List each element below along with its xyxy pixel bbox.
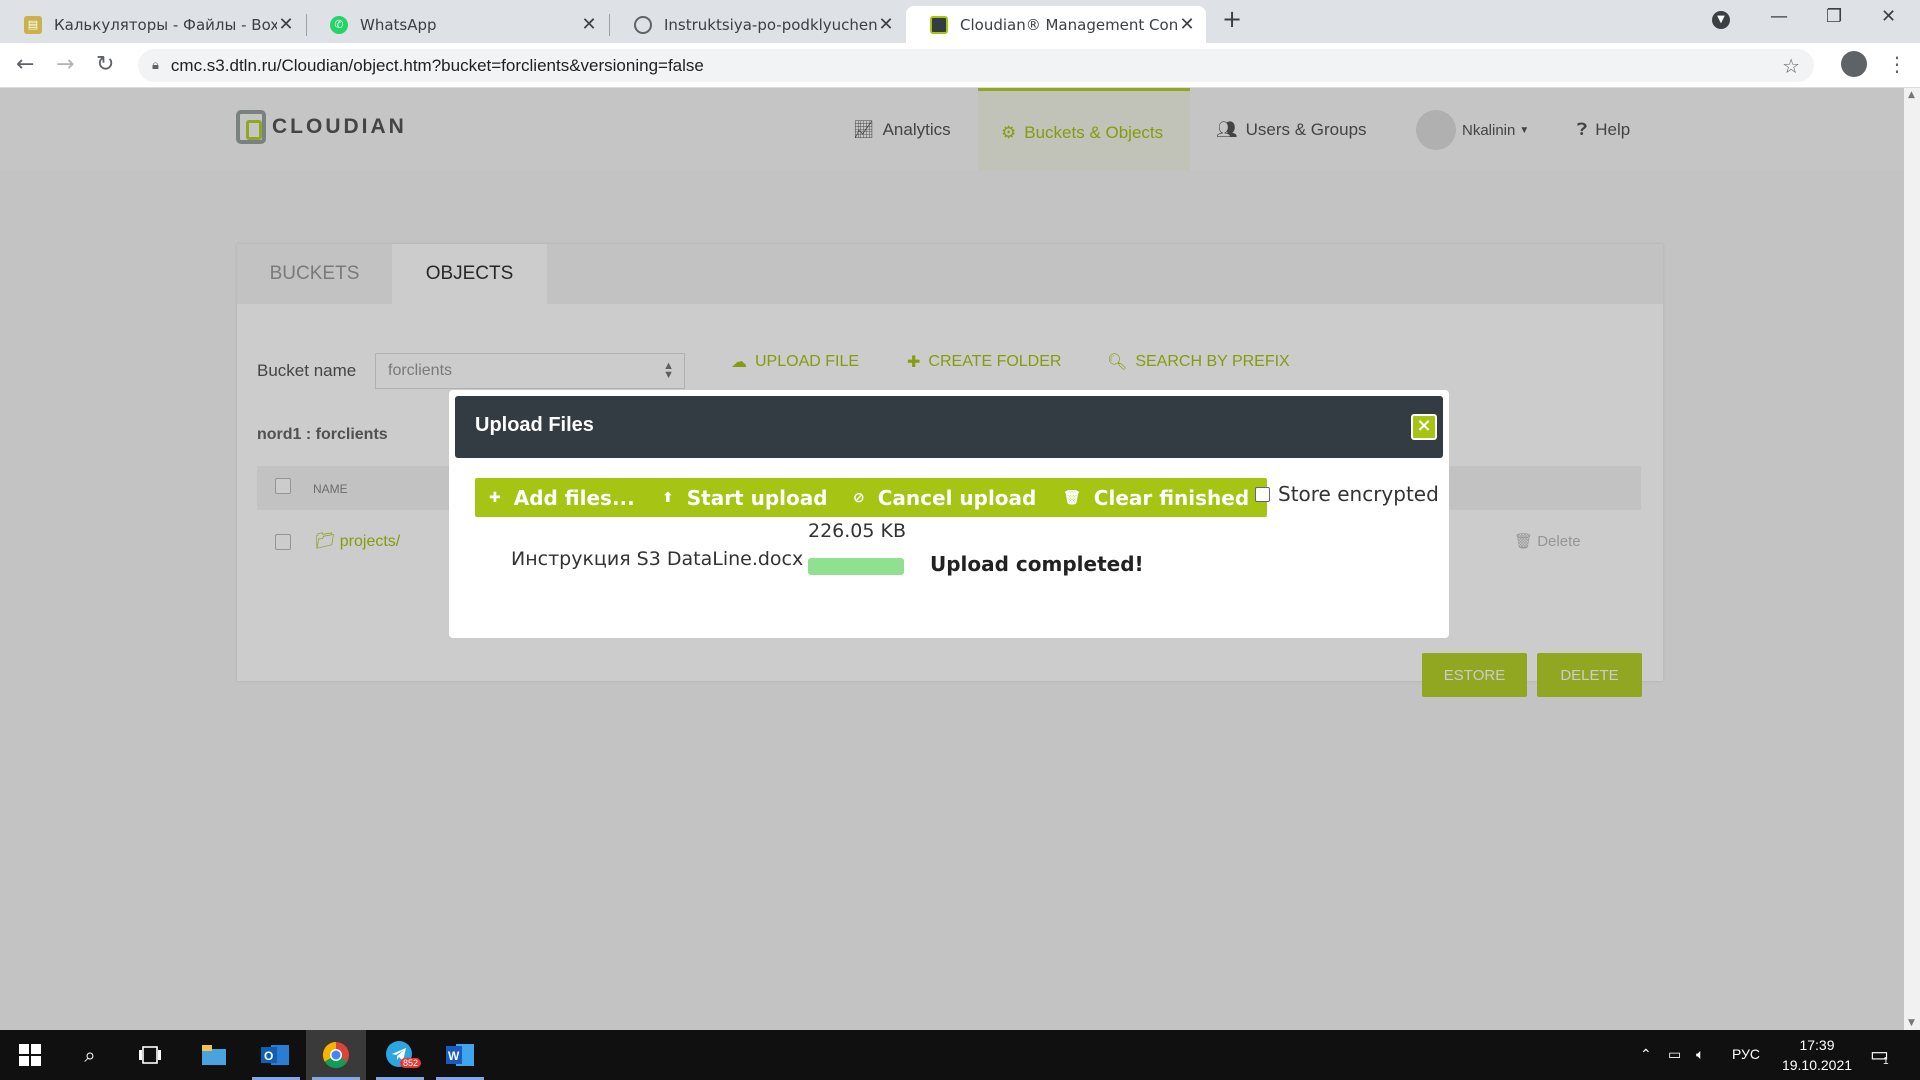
upload-circle-icon: ⬆ [662,489,674,506]
dialog-title: Upload Files [475,414,594,436]
svg-text:W: W [448,1049,460,1063]
start-upload-button[interactable]: ⬆ Start upload [648,478,846,517]
tab-title: Instruktsiya-po-podklyucheniyu-l [664,15,877,34]
browser-tab-box[interactable]: ▤ Калькуляторы - Файлы - Box ✕ [0,6,305,43]
dialog-header: Upload Files × [455,396,1443,458]
back-arrow-icon[interactable]: ← [16,52,34,77]
volume-icon[interactable]: 🔈︎ [1696,1046,1704,1063]
button-label: Clear finished [1093,485,1250,510]
clear-finished-button[interactable]: 🗑︎ Clear finished [1049,478,1268,517]
browser-tab-strip: ▤ Калькуляторы - Файлы - Box ✕ ✆ WhatsAp… [0,0,1920,43]
profile-avatar-icon[interactable] [1841,51,1867,77]
close-window-icon[interactable]: ✕ [1881,6,1896,27]
search-icon[interactable]: ⌕ [60,1030,120,1080]
battery-icon[interactable]: ▭ [1668,1046,1681,1063]
scroll-down-icon[interactable]: ▼ [1908,1018,1915,1028]
button-label: Cancel upload [877,485,1037,510]
new-tab-button[interactable]: + [1222,5,1242,33]
browser-toolbar: ← → ↻ 🔒︎ cmc.s3.dtln.ru/Cloudian/object.… [0,43,1920,88]
tab-title: WhatsApp [360,15,437,34]
tab-search-icon[interactable]: ▼ [1712,11,1730,29]
restore-window-icon[interactable]: ❐ [1826,6,1842,27]
page-scrollbar[interactable]: ▲ ▼ [1904,88,1920,1030]
button-label: Add files... [513,485,635,510]
tab-close-icon[interactable]: ✕ [580,14,598,35]
windows-taskbar: ⌕ O 852 W ⌃ ▭ 🔈︎ РУС 17:39 19.10.2021 ▭ … [0,1030,1920,1080]
upload-progress-bar [808,558,904,575]
unread-count-badge: 852 [400,1058,422,1068]
tab-close-icon[interactable]: ✕ [1178,14,1196,35]
upload-files-dialog: Upload Files × ✚ Add files... ⬆ Start up… [449,390,1449,638]
trash-icon: 🗑︎ [1063,489,1081,506]
store-encrypted-option[interactable]: Store encrypted [1255,482,1439,506]
minimize-icon[interactable]: — [1770,6,1788,27]
clock-date: 19.10.2021 [1781,1057,1853,1073]
tab-title: Cloudian® Management Console [960,15,1178,34]
cloudian-favicon-icon [930,15,948,34]
browser-tab-cloudian[interactable]: Cloudian® Management Console ✕ [906,6,1206,43]
windows-start-icon[interactable] [0,1030,60,1080]
button-label: Start upload [686,485,828,510]
clock-time: 17:39 [1799,1037,1835,1053]
tab-title: Калькуляторы - Файлы - Box [54,15,277,34]
input-language-indicator[interactable]: РУС [1732,1046,1760,1062]
word-icon[interactable]: W [430,1030,490,1080]
close-dialog-button[interactable]: × [1411,414,1437,440]
outlook-icon[interactable]: O [246,1030,306,1080]
store-encrypted-label: Store encrypted [1278,482,1439,506]
scroll-up-icon[interactable]: ▲ [1908,90,1915,100]
url-text: cmc.s3.dtln.ru/Cloudian/object.htm?bucke… [170,55,704,75]
tab-close-icon[interactable]: ✕ [877,14,895,35]
box-favicon-icon: ▤ [24,15,42,34]
system-clock[interactable]: 17:39 19.10.2021 [1772,1035,1862,1075]
whatsapp-favicon-icon: ✆ [330,15,348,34]
menu-kebab-icon[interactable]: ⋮ [1887,52,1907,76]
cancel-upload-button[interactable]: ⊘ Cancel upload [839,478,1055,517]
globe-favicon-icon [634,15,652,34]
file-explorer-icon[interactable] [184,1030,244,1080]
tab-close-icon[interactable]: ✕ [277,14,295,35]
browser-tab-whatsapp[interactable]: ✆ WhatsApp ✕ [306,6,608,43]
show-hidden-icons-icon[interactable]: ⌃ [1640,1046,1652,1063]
reload-icon[interactable]: ↻ [96,52,114,77]
ban-icon: ⊘ [853,489,865,506]
lock-icon: 🔒︎ [152,58,159,73]
notification-count: 1 [1883,1056,1889,1067]
upload-file-size: 226.05 KB [808,520,907,542]
task-view-icon[interactable] [120,1030,180,1080]
bookmark-star-icon[interactable]: ☆ [1782,54,1800,78]
upload-status: Upload completed! [930,552,1144,576]
address-bar[interactable]: 🔒︎ cmc.s3.dtln.ru/Cloudian/object.htm?bu… [138,49,1814,82]
telegram-icon[interactable]: 852 [370,1030,430,1080]
svg-text:O: O [264,1049,273,1063]
upload-file-name: Инструкция S3 DataLine.docx [511,548,804,570]
upload-progress-fill [808,558,904,575]
chrome-icon[interactable] [306,1030,366,1080]
plus-icon: ✚ [489,489,501,506]
browser-tab-instruktsiya[interactable]: Instruktsiya-po-podklyucheniyu-l ✕ [610,6,905,43]
add-files-button[interactable]: ✚ Add files... [475,478,653,517]
store-encrypted-checkbox[interactable] [1255,486,1270,502]
forward-arrow-icon[interactable]: → [56,52,74,77]
